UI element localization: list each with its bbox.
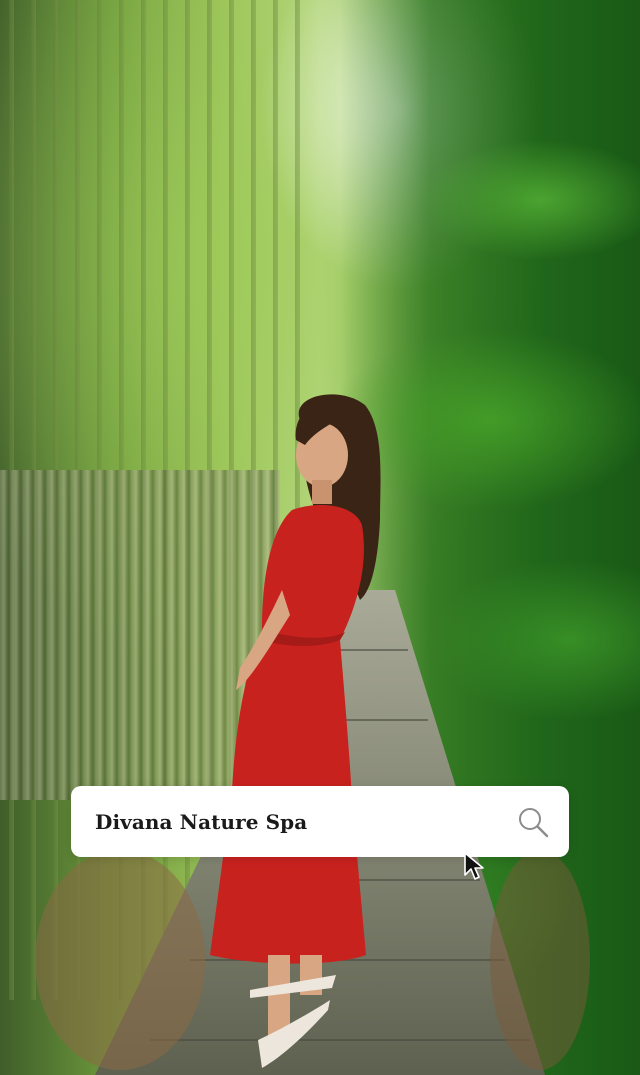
search-icon[interactable]	[517, 806, 549, 838]
search-query-text[interactable]: Divana Nature Spa	[95, 810, 307, 834]
search-bar[interactable]: Divana Nature Spa	[71, 786, 569, 857]
photo-background: Divana Nature Spa	[0, 0, 640, 1075]
woman-in-red-dress	[210, 394, 381, 1068]
mouse-pointer-icon	[464, 852, 484, 880]
